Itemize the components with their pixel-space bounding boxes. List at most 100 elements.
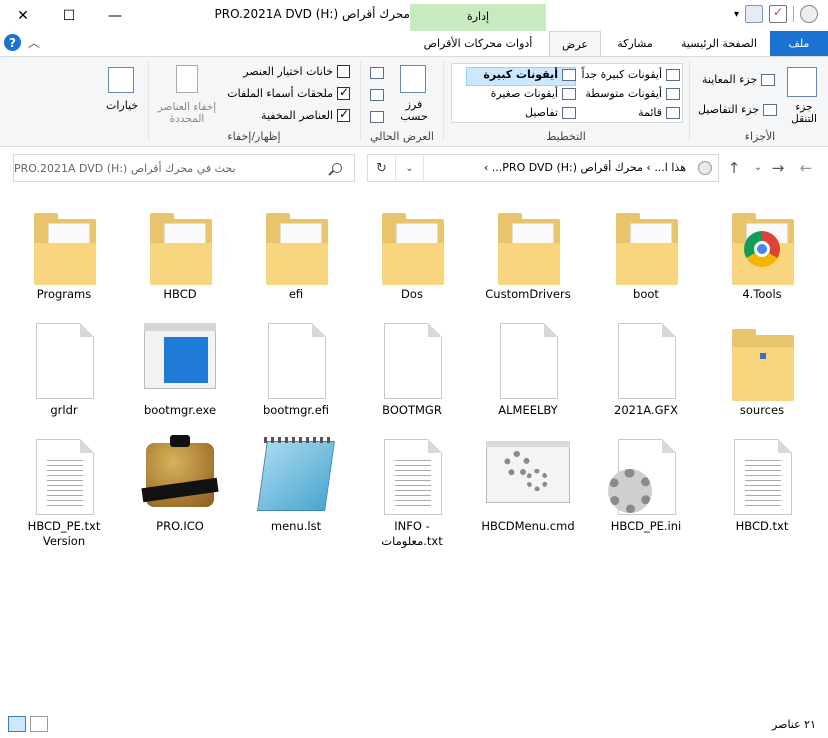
file-extensions-checkbox[interactable] bbox=[337, 85, 350, 100]
manage-context-label: إدارة bbox=[410, 4, 546, 31]
tab-share[interactable]: مشاركة bbox=[606, 31, 664, 56]
details-view-icon[interactable] bbox=[30, 716, 48, 732]
details-label: تفاصيل bbox=[525, 106, 558, 119]
file-item[interactable]: INFO - معلومات.txt bbox=[362, 433, 462, 549]
chevron-down-icon[interactable]: ▾ bbox=[734, 9, 739, 20]
properties-icon[interactable] bbox=[769, 5, 787, 23]
file-item[interactable]: HBCD_PE.txt Version bbox=[14, 433, 114, 549]
settings-file-icon bbox=[608, 433, 678, 515]
group-by-icon[interactable] bbox=[370, 67, 384, 79]
file-item[interactable]: PRO.ICO bbox=[130, 433, 230, 534]
item-label: 4.Tools bbox=[742, 287, 782, 301]
tab-view[interactable]: عرض bbox=[549, 31, 601, 57]
navigation-bar: بحث في محرك أقراص PRO.2021A DVD (H:) ↻ ⌄… bbox=[0, 147, 828, 189]
layout-details[interactable]: تفاصيل bbox=[466, 106, 576, 119]
app-window-titlebar bbox=[144, 323, 216, 331]
layout-small-icons[interactable]: أيقونات صغيرة bbox=[466, 87, 576, 100]
folder-item[interactable]: 4.Tools bbox=[712, 201, 812, 302]
file-item[interactable]: bootmgr.efi bbox=[246, 317, 346, 418]
separator bbox=[443, 61, 444, 141]
add-columns-icon[interactable] bbox=[370, 89, 384, 101]
layout-list[interactable]: قائمة bbox=[570, 106, 680, 119]
item-label: boot bbox=[633, 287, 659, 301]
text-file-icon bbox=[380, 433, 444, 515]
folder-item[interactable]: HBCD bbox=[130, 201, 230, 302]
separator bbox=[793, 6, 794, 22]
file-item[interactable]: BOOTMGR bbox=[362, 317, 462, 418]
hidden-items-checkbox[interactable] bbox=[337, 107, 350, 122]
folder-item[interactable]: CustomDrivers bbox=[478, 201, 578, 302]
file-item[interactable]: ALMEELBY bbox=[478, 317, 578, 418]
text-file-icon bbox=[730, 433, 794, 515]
hidden-items-toggle[interactable]: العناصر المخفية bbox=[238, 107, 350, 122]
medium-icons-icon bbox=[666, 87, 680, 100]
forward-arrow-icon[interactable]: → bbox=[768, 159, 788, 177]
close-button[interactable]: ✕ bbox=[0, 0, 46, 31]
folder-item[interactable]: Dos bbox=[362, 201, 462, 302]
folder-icon bbox=[264, 201, 328, 285]
item-label: BOOTMGR bbox=[382, 403, 442, 417]
address-bar[interactable]: ↻ ⌄ هذا ا... › محرك أقراص PRO DVD (H:)..… bbox=[367, 154, 719, 182]
ribbon: جزء التنقل جزء المعاينة جزء التفاصيل الأ… bbox=[0, 56, 828, 147]
item-checkboxes-toggle[interactable]: خانات اختيار العنصر bbox=[238, 65, 350, 78]
options-icon[interactable] bbox=[108, 67, 134, 93]
back-arrow-icon[interactable]: ← bbox=[796, 159, 816, 177]
tab-home[interactable]: الصفحة الرئيسية bbox=[670, 31, 768, 56]
sort-by-button[interactable]: فرز حسب bbox=[396, 99, 432, 123]
folder-item[interactable]: Programs bbox=[14, 201, 114, 302]
folder-icon[interactable] bbox=[745, 5, 763, 23]
item-label: menu.lst bbox=[270, 519, 322, 533]
folder-item[interactable]: sources bbox=[712, 317, 812, 418]
size-columns-icon[interactable] bbox=[370, 111, 384, 123]
preview-pane-button[interactable]: جزء المعاينة bbox=[702, 73, 776, 86]
details-pane-button[interactable]: جزء التفاصيل bbox=[698, 103, 778, 116]
shortcut-badge bbox=[760, 353, 766, 359]
file-item[interactable]: 2021A.GFX bbox=[596, 317, 696, 418]
search-input[interactable]: بحث في محرك أقراص PRO.2021A DVD (H:) bbox=[13, 154, 355, 182]
file-item[interactable]: HBCD_PE.ini bbox=[596, 433, 696, 534]
recent-locations-icon[interactable]: ⌄ bbox=[748, 162, 768, 173]
large-icons-view-icon[interactable] bbox=[8, 716, 26, 732]
hide-selected-button: إخفاء العناصر المحددة bbox=[157, 101, 217, 125]
navigation-pane-button[interactable]: جزء التنقل bbox=[784, 101, 824, 125]
layout-medium-icons[interactable]: أيقونات متوسطة bbox=[570, 87, 680, 100]
refresh-icon[interactable]: ↻ bbox=[368, 155, 396, 181]
file-item[interactable]: HBCD.txt bbox=[712, 433, 812, 534]
text-file-icon bbox=[32, 433, 96, 515]
file-extensions-toggle[interactable]: ملحقات أسماء الملفات bbox=[227, 85, 350, 100]
file-icon bbox=[32, 317, 96, 399]
separator bbox=[689, 61, 690, 141]
extra-large-label: أيقونات كبيرة جداً bbox=[581, 68, 662, 81]
options-button[interactable]: خيارات bbox=[106, 99, 138, 112]
gear-icon bbox=[608, 469, 652, 513]
layout-large-icons[interactable]: أيقونات كبيرة bbox=[466, 68, 576, 81]
layout-extra-large-icons[interactable]: أيقونات كبيرة جداً bbox=[570, 68, 680, 81]
folder-item[interactable]: efi bbox=[246, 201, 346, 302]
sort-by-icon[interactable] bbox=[400, 65, 426, 93]
file-extensions-label: ملحقات أسماء الملفات bbox=[227, 87, 333, 100]
folder-icon bbox=[380, 201, 444, 285]
file-item[interactable]: grldr bbox=[14, 317, 114, 418]
tab-file[interactable]: ملف bbox=[770, 31, 828, 56]
breadcrumb[interactable]: هذا ا... › محرك أقراص PRO DVD (H:)... › bbox=[484, 161, 686, 174]
up-arrow-icon[interactable]: ↑ bbox=[724, 159, 744, 177]
pro-logo-icon bbox=[141, 433, 219, 513]
layout-group-label: التخطيط bbox=[546, 130, 586, 143]
item-checkboxes-checkbox[interactable] bbox=[337, 65, 350, 78]
maximize-button[interactable]: ☐ bbox=[46, 0, 92, 31]
help-icon[interactable]: ? bbox=[4, 34, 21, 51]
address-dropdown-icon[interactable]: ⌄ bbox=[396, 155, 424, 181]
folder-icon bbox=[614, 201, 678, 285]
minimize-button[interactable]: — bbox=[92, 0, 138, 31]
file-item[interactable]: menu.lst bbox=[246, 433, 346, 534]
file-item[interactable]: HBCDMenu.cmd bbox=[478, 433, 578, 534]
file-icon bbox=[264, 317, 328, 399]
folder-icon bbox=[32, 201, 96, 285]
file-item[interactable]: bootmgr.exe bbox=[130, 317, 230, 418]
tab-drive-tools[interactable]: أدوات محركات الأقراص bbox=[414, 31, 542, 56]
folder-item[interactable]: boot bbox=[596, 201, 696, 302]
layout-gallery: أيقونات كبيرة جداً أيقونات كبيرة أيقونات… bbox=[451, 63, 683, 123]
collapse-ribbon-icon[interactable]: ︿ bbox=[28, 34, 40, 51]
navigation-pane-icon[interactable] bbox=[787, 67, 817, 97]
panes-group-label: الأجزاء bbox=[744, 130, 776, 143]
